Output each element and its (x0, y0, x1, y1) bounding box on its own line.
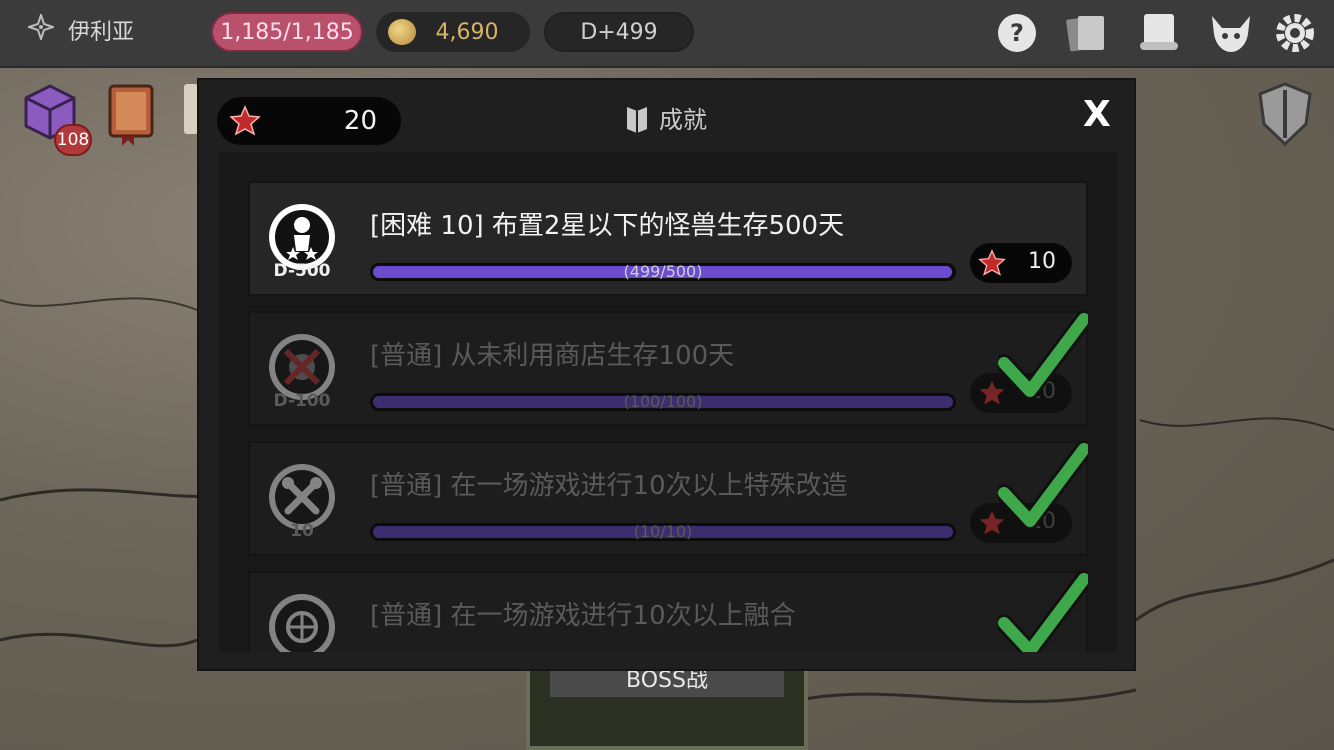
progress-text: (499/500) (623, 262, 703, 281)
location-name: 伊利亚 (68, 20, 135, 45)
achievement-list[interactable]: D-500 [困难 10] 布置2星以下的怪兽生存500天 (499/500) … (219, 152, 1117, 652)
svg-text:?: ? (1010, 19, 1024, 47)
location[interactable]: 伊利亚 (25, 11, 135, 46)
progress-bar: (10/10) (370, 522, 956, 541)
reward-amount: 10 (1028, 249, 1056, 274)
checkmark-icon (998, 441, 1088, 530)
dialog-title-text: 成就 (659, 106, 707, 134)
progress-text: (100/100) (623, 392, 703, 411)
achievement-name: [普通] 在一场游戏进行10次以上特殊改造 (370, 471, 848, 501)
fusion-icon (269, 594, 335, 652)
gem-count: 20 (343, 106, 377, 136)
compass-icon (25, 11, 57, 46)
help-icon[interactable]: ? (994, 10, 1040, 56)
book-icon[interactable] (102, 80, 162, 146)
book-title-icon (627, 106, 647, 133)
achievement-row[interactable]: D-500 [困难 10] 布置2星以下的怪兽生存500天 (499/500) … (250, 183, 1086, 294)
coin-icon (388, 19, 416, 45)
reward-badge[interactable]: 10 (970, 243, 1072, 283)
achievement-name: [普通] 在一场游戏进行10次以上融合 (370, 601, 796, 631)
scroll-icon[interactable] (1136, 10, 1182, 56)
boss-battle-button[interactable]: BOSS战 (526, 665, 808, 750)
checkmark-icon (998, 571, 1088, 652)
achievement-code: D-500 (273, 261, 331, 281)
achievement-code: D-100 (273, 391, 331, 411)
achievement-name: [困难 10] 布置2星以下的怪兽生存500天 (370, 211, 845, 241)
map-scroll-icon[interactable] (182, 80, 198, 140)
chest-count-badge: 108 (54, 124, 92, 156)
achievement-row[interactable]: [普通] 在一场游戏进行10次以上融合 (250, 571, 1088, 652)
checkmark-icon (998, 311, 1088, 400)
achievement-row[interactable]: D-100 [普通] 从未利用商店生存100天 (100/100) 10 (250, 311, 1088, 424)
achievement-name: [普通] 从未利用商店生存100天 (370, 341, 735, 371)
achievements-dialog: 20 成就 X D-500 [困难 10] 布置2星以下的怪兽生存500天 (4… (197, 78, 1136, 671)
gem-icon (229, 105, 261, 136)
gem-icon (978, 249, 1006, 276)
close-button[interactable]: X (1083, 94, 1111, 135)
top-bar: 伊利亚 1,185/1,185 4,690 D+499 ? (0, 0, 1334, 68)
shield-icon[interactable] (1254, 80, 1316, 148)
gold-display: 4,690 (376, 12, 530, 52)
progress-bar: (499/500) (370, 262, 956, 281)
hp-display: 1,185/1,185 (211, 12, 363, 52)
demon-icon[interactable] (1208, 10, 1254, 56)
dialog-title: 成就 (625, 100, 707, 135)
gold-amount: 4,690 (435, 19, 499, 45)
achievement-code: 10 (290, 521, 314, 541)
settings-icon[interactable] (1272, 10, 1318, 56)
achievement-row[interactable]: 10 [普通] 在一场游戏进行10次以上特殊改造 (10/10) 10 (250, 441, 1088, 554)
progress-text: (10/10) (633, 522, 693, 541)
progress-bar: (100/100) (370, 392, 956, 411)
gem-balance: 20 (217, 97, 401, 145)
cards-icon[interactable] (1062, 10, 1108, 56)
day-counter: D+499 (544, 12, 694, 52)
